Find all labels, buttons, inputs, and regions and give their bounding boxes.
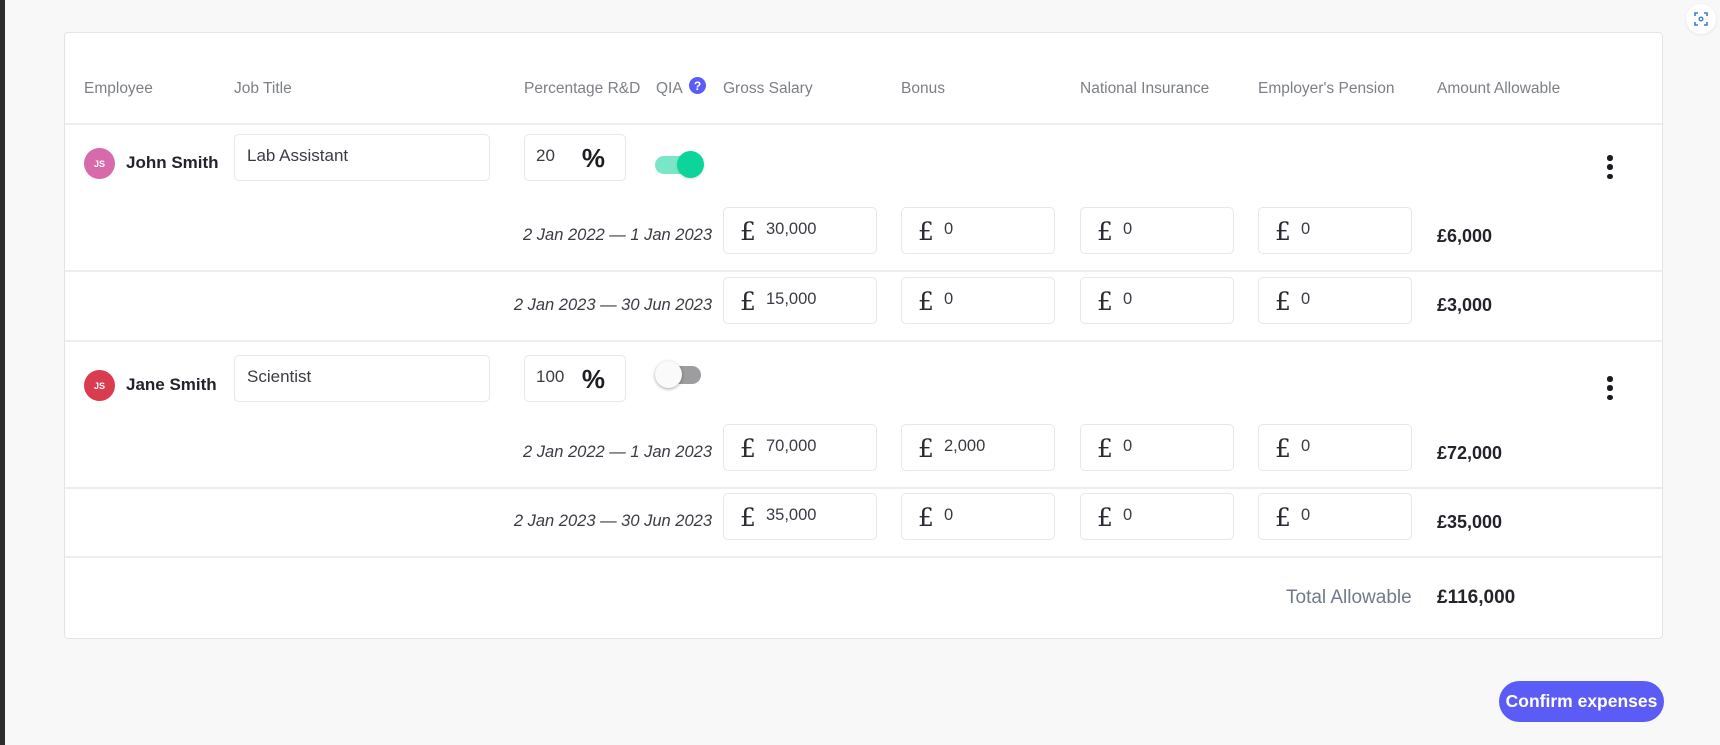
avatar: JS [84,148,115,179]
employee-divider [65,340,1662,342]
percent-icon: % [581,364,605,394]
pound-icon: £ [740,434,756,463]
qia-help-icon[interactable]: ? [689,77,706,94]
amount-allowable: £3,000 [1437,295,1493,315]
header-national-insurance: National Insurance [1080,80,1210,97]
header-qia: QIA [656,80,683,97]
employers-pension-input[interactable] [1301,435,1401,457]
pound-icon: £ [1097,503,1113,532]
percentage-rd-input[interactable] [536,366,581,388]
avatar: JS [84,370,115,401]
pound-icon: £ [918,434,934,463]
row-divider [65,487,1662,489]
pound-icon: £ [740,503,756,532]
pound-icon: £ [918,503,934,532]
header-job-title: Job Title [234,80,292,97]
total-divider [65,556,1662,558]
bonus-field[interactable]: £ [901,493,1055,540]
percentage-rd-input[interactable] [536,145,581,167]
header-divider [65,123,1662,125]
total-allowable-label: Total Allowable [1286,587,1412,608]
gross-salary-field[interactable]: £ [723,207,877,254]
gross-salary-field[interactable]: £ [723,277,877,324]
national-insurance-input[interactable] [1123,218,1223,240]
national-insurance-field[interactable]: £ [1080,424,1234,471]
employers-pension-field[interactable]: £ [1258,493,1412,540]
toggle-knob [655,361,682,388]
bonus-input[interactable] [944,435,1044,457]
percentage-rd-field[interactable]: % [524,355,626,402]
qia-toggle[interactable] [655,360,703,390]
gross-salary-input[interactable] [766,504,866,526]
bonus-input[interactable] [944,504,1044,526]
row-divider [65,270,1662,272]
pound-icon: £ [1097,217,1113,246]
percent-icon: % [581,143,605,173]
gross-salary-field[interactable]: £ [723,424,877,471]
gross-salary-input[interactable] [766,218,866,240]
date-range: 2 Jan 2023 — 30 Jun 2023 [513,296,712,314]
header-amount-allowable: Amount Allowable [1437,80,1561,97]
header-employers-pension: Employer's Pension [1258,80,1395,97]
job-title-field[interactable] [234,134,490,181]
employers-pension-input[interactable] [1301,504,1401,526]
pound-icon: £ [1097,287,1113,316]
pound-icon: £ [1275,434,1291,463]
job-title-input[interactable] [247,366,477,388]
national-insurance-input[interactable] [1123,435,1223,457]
bonus-field[interactable]: £ [901,424,1055,471]
pound-icon: £ [918,217,934,246]
pound-icon: £ [1097,434,1113,463]
national-insurance-input[interactable] [1123,504,1223,526]
header-employee: Employee [84,80,153,97]
national-insurance-field[interactable]: £ [1080,207,1234,254]
employers-pension-field[interactable]: £ [1258,424,1412,471]
date-range: 2 Jan 2022 — 1 Jan 2023 [523,226,712,244]
bonus-input[interactable] [944,288,1044,310]
national-insurance-field[interactable]: £ [1080,277,1234,324]
header-bonus: Bonus [901,80,945,97]
header-percentage-rd: Percentage R&D [524,80,641,97]
date-range: 2 Jan 2022 — 1 Jan 2023 [523,443,712,461]
qia-toggle[interactable] [655,150,704,180]
bonus-field[interactable]: £ [901,277,1055,324]
more-options-icon[interactable] [1604,155,1616,179]
confirm-expenses-button[interactable]: Confirm expenses [1499,681,1664,722]
employee-name: John Smith [126,153,219,172]
gross-salary-input[interactable] [766,435,866,457]
screen-capture-icon [1694,12,1708,26]
national-insurance-field[interactable]: £ [1080,493,1234,540]
total-allowable-value: £116,000 [1437,587,1516,608]
national-insurance-input[interactable] [1123,288,1223,310]
amount-allowable: £72,000 [1437,443,1503,463]
bonus-field[interactable]: £ [901,207,1055,254]
gross-salary-field[interactable]: £ [723,493,877,540]
toggle-knob [677,151,704,178]
employers-pension-input[interactable] [1301,288,1401,310]
pound-icon: £ [740,217,756,246]
pound-icon: £ [1275,217,1291,246]
gross-salary-input[interactable] [766,288,866,310]
amount-allowable: £35,000 [1437,512,1503,532]
more-options-icon[interactable] [1604,376,1616,400]
window-edge [0,0,5,745]
employers-pension-input[interactable] [1301,218,1401,240]
employers-pension-field[interactable]: £ [1258,277,1412,324]
employee-name: Jane Smith [126,375,217,394]
percentage-rd-field[interactable]: % [524,134,626,181]
amount-allowable: £6,000 [1437,226,1493,246]
bonus-input[interactable] [944,218,1044,240]
pound-icon: £ [740,287,756,316]
pound-icon: £ [1275,503,1291,532]
job-title-field[interactable] [234,355,490,402]
screenshot-button[interactable] [1686,4,1716,34]
pound-icon: £ [918,287,934,316]
header-gross-salary: Gross Salary [723,80,813,97]
job-title-input[interactable] [247,145,477,167]
date-range: 2 Jan 2023 — 30 Jun 2023 [513,512,712,530]
pound-icon: £ [1275,287,1291,316]
employers-pension-field[interactable]: £ [1258,207,1412,254]
